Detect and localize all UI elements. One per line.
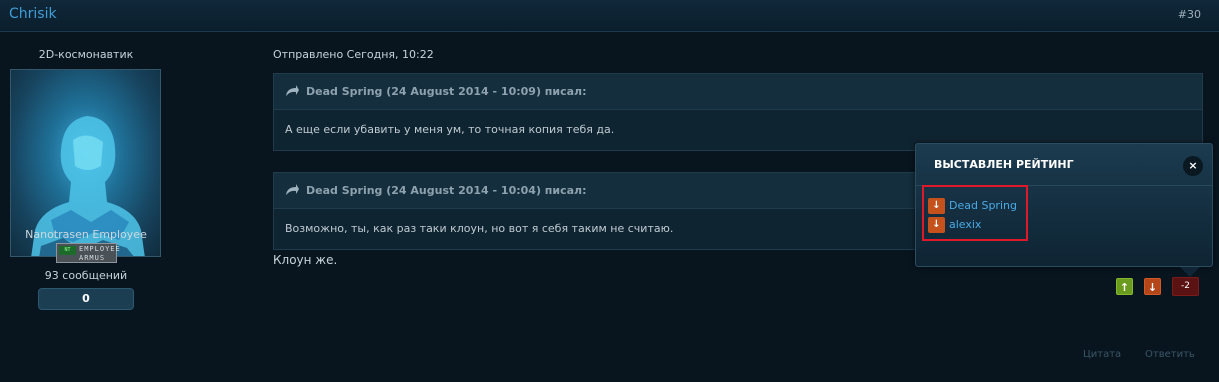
arrow-down-icon: ↓ (928, 198, 945, 214)
rater-name-link[interactable]: Dead Spring (949, 198, 1017, 214)
rate-up-button[interactable]: ↑ (1116, 278, 1133, 295)
reply-button[interactable]: Ответить (1145, 349, 1195, 360)
nt-logo: NT (59, 246, 76, 255)
raters-list: ↓ Dead Spring ↓ alexix (922, 185, 1028, 241)
quote-author[interactable]: Dead Spring (24 August 2014 - 10:04) пис… (306, 184, 587, 197)
rating-score[interactable]: -2 (1172, 277, 1199, 296)
reputation-box: 0 (38, 288, 134, 310)
quote-header: Dead Spring (24 August 2014 - 10:09) пис… (274, 74, 1202, 110)
author-panel: 2D-космонавтик Nanotrasen Employee NT EM… (0, 33, 172, 382)
author-title: 2D-космонавтик (38, 48, 134, 61)
post-number-link[interactable]: #30 (1178, 8, 1201, 21)
arrow-down-icon: ↓ (928, 217, 945, 233)
employee-badge: NT EMPLOYEE ARMUS (56, 243, 121, 263)
quote-block: Dead Spring (24 August 2014 - 10:09) пис… (273, 73, 1203, 151)
rating-popup: ВЫСТАВЛЕН РЕЙТИНГ × ↓ Dead Spring ↓ alex… (915, 143, 1213, 277)
rater-name-link[interactable]: alexix (949, 217, 981, 233)
post-author-link[interactable]: Chrisik (9, 6, 57, 22)
quote-author[interactable]: Dead Spring (24 August 2014 - 10:09) пис… (306, 85, 587, 98)
close-icon[interactable]: × (1183, 156, 1203, 176)
post-body-text: Клоун же. (273, 253, 338, 267)
rate-down-button[interactable]: ↓ (1144, 278, 1161, 295)
sent-time: Отправлено Сегодня, 10:22 (273, 48, 434, 61)
popup-title: ВЫСТАВЛЕН РЕЙТИНГ (916, 144, 1212, 186)
popup-pointer (1180, 267, 1200, 277)
quote-arrow-icon (286, 85, 299, 96)
post-header: Chrisik #30 (0, 0, 1219, 32)
quote-arrow-icon (286, 184, 299, 195)
author-group: Nanotrasen Employee (25, 228, 147, 241)
arrow-up-icon: ↑ (1119, 281, 1130, 294)
post-count: 93 сообщений (44, 269, 128, 282)
quote-button[interactable]: Цитата (1083, 349, 1121, 360)
badge-line-2: ARMUS (79, 254, 106, 262)
badge-line-1: EMPLOYEE (79, 245, 121, 253)
arrow-down-icon: ↓ (1147, 281, 1158, 294)
